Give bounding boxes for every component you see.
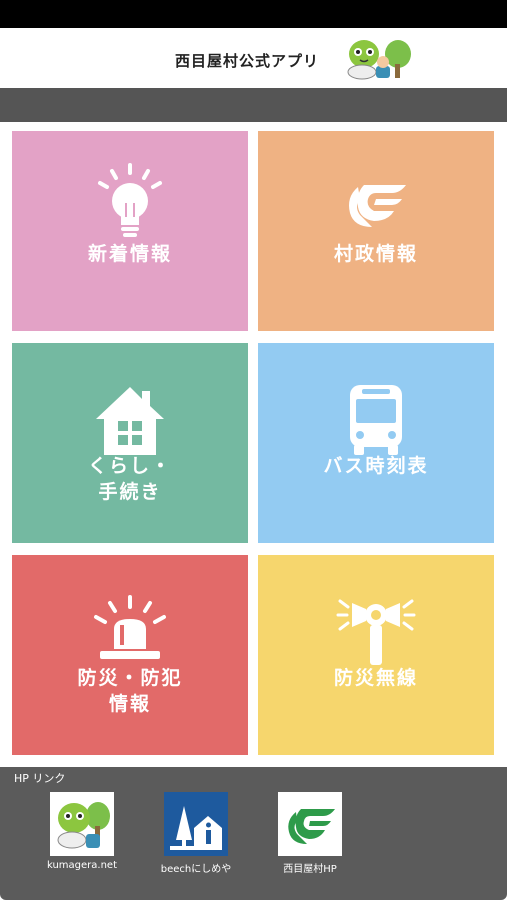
tile-living-label-line1: くらし・	[87, 455, 172, 477]
tile-bus-label: バス時刻表	[323, 455, 429, 477]
link-kumagera-label: kumagera.net	[46, 860, 118, 871]
tile-news[interactable]: 新着情報	[12, 131, 248, 331]
tile-village-admin[interactable]: 村政情報	[258, 131, 494, 331]
tile-village-admin-label: 村政情報	[333, 243, 418, 265]
tile-radio-label: 防災無線	[333, 667, 418, 689]
link-beech-label: beechにしめや	[160, 864, 232, 875]
beech-logo-icon	[164, 792, 228, 856]
tile-disaster-label-line1: 防災・防犯	[77, 667, 183, 689]
tile-news-label: 新着情報	[87, 243, 172, 265]
link-village-hp-label: 西目屋村HP	[283, 864, 337, 875]
tile-living-label-line2: 手続き	[98, 481, 162, 503]
mascot-logo-icon	[50, 792, 114, 856]
link-beech[interactable]: beechにしめや	[156, 792, 236, 875]
hp-links-heading: HP リンク	[14, 772, 66, 785]
alarm-light-icon	[94, 595, 166, 659]
status-bar	[0, 0, 507, 28]
village-emblem-logo-icon	[278, 792, 342, 856]
link-village-hp[interactable]: 西目屋村HP	[270, 792, 350, 875]
village-emblem-icon	[349, 185, 406, 227]
tile-bus-timetable[interactable]: バス時刻表	[258, 343, 494, 543]
navigation-bar	[0, 88, 507, 122]
tile-living-procedures[interactable]: くらし・ 手続き	[12, 343, 248, 543]
bus-icon	[350, 385, 402, 455]
link-kumagera[interactable]: kumagera.net	[42, 792, 122, 871]
tile-disaster-crime-info[interactable]: 防災・防犯 情報	[12, 555, 248, 755]
mascot-icon	[347, 40, 411, 80]
tile-disaster-radio[interactable]: 防災無線	[258, 555, 494, 755]
tile-disaster-label-line2: 情報	[108, 693, 151, 715]
lightbulb-icon	[98, 163, 162, 237]
loudspeaker-icon	[336, 599, 416, 665]
app-title: 西目屋村公式アプリ	[175, 52, 320, 70]
house-icon	[96, 387, 164, 455]
